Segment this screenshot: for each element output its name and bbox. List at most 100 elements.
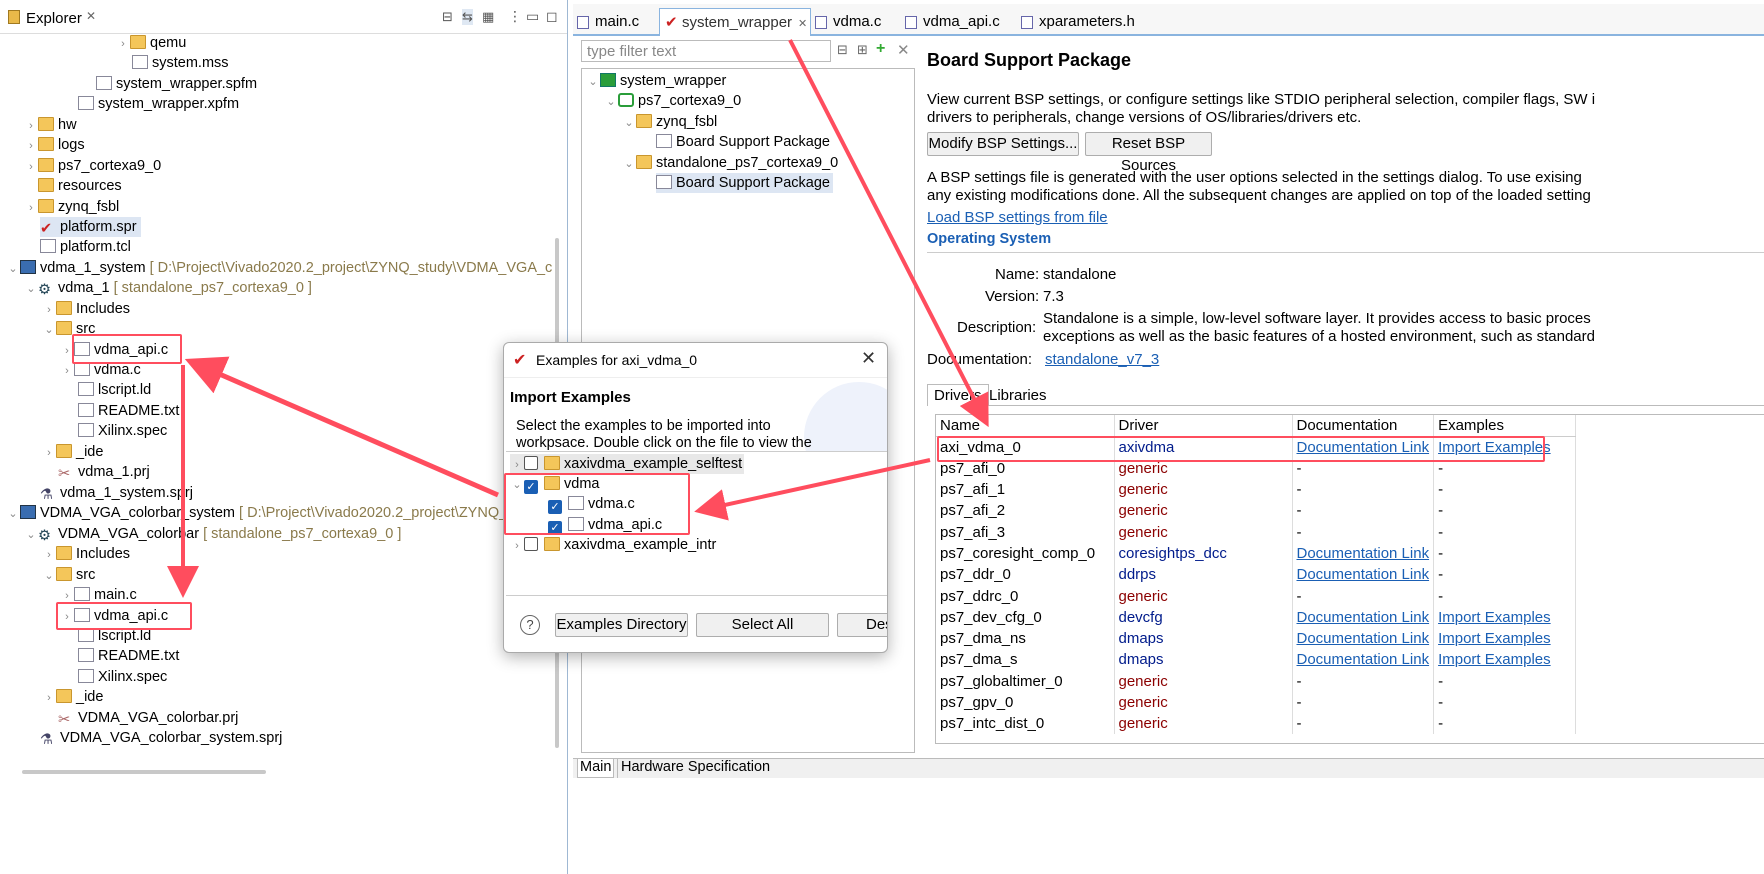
tree-item[interactable]: README.txt	[78, 646, 179, 666]
tree-item[interactable]: ⌄ zynq_fsbl	[622, 112, 717, 132]
tree-item-app-project[interactable]: ⌄ ⚙ VDMA_VGA_colorbar [ standalone_ps7_cor…	[24, 524, 401, 544]
tab-main[interactable]: Main	[577, 759, 615, 778]
driver-cell: dmaps	[1114, 649, 1293, 671]
tree-item[interactable]: ✂ VDMA_VGA_colorbar.prj	[58, 708, 238, 728]
checkbox[interactable]	[524, 537, 538, 551]
table-row[interactable]: ps7_ddrc_0 generic - -	[936, 585, 1577, 607]
table-row[interactable]: ps7_intc_dist_0 generic - -	[936, 713, 1577, 735]
tree-item[interactable]: resources	[38, 176, 122, 196]
documentation-cell[interactable]: Documentation Link	[1292, 606, 1435, 628]
table-row[interactable]: ps7_dma_ns dmaps Documentation Link Import …	[936, 627, 1577, 650]
tab-libraries[interactable]: Libraries	[989, 386, 1047, 405]
table-row[interactable]: ps7_gpv_0 generic - -	[936, 691, 1577, 714]
tree-item[interactable]: system_wrapper.xpfm	[78, 94, 239, 114]
tree-item[interactable]: Board Support Package	[656, 132, 830, 152]
file-icon	[656, 175, 672, 189]
filter-icon[interactable]: ▦	[482, 9, 494, 25]
table-row[interactable]: ps7_dev_cfg_0 devcfg Documentation Link Imp…	[936, 606, 1577, 628]
tree-item[interactable]: ⚗ vdma_1_system.sprj	[40, 483, 193, 503]
tab-system-wrapper[interactable]: ✔ system_wrapper ✕	[659, 8, 811, 36]
column-header[interactable]: Driver	[1114, 415, 1293, 437]
table-row[interactable]: ps7_ddr_0 ddrps Documentation Link -	[936, 564, 1577, 586]
documentation-cell[interactable]: Documentation Link	[1292, 649, 1435, 671]
tree-item[interactable]: › ps7_cortexa9_0	[24, 156, 161, 176]
collapse-all-icon[interactable]: ⊟	[442, 9, 453, 25]
tree-item[interactable]: lscript.ld	[78, 380, 151, 400]
load-bsp-link[interactable]: Load BSP settings from file	[927, 209, 1108, 226]
tree-item[interactable]: ⚗ VDMA_VGA_colorbar_system.sprj	[40, 728, 282, 748]
table-row[interactable]: ps7_coresight_comp_0 coresightps_dcc Docum…	[936, 542, 1577, 565]
tree-item-app-project[interactable]: ⌄ ⚙ vdma_1 [ standalone_ps7_cortexa9_0 ]	[24, 278, 312, 298]
add-icon[interactable]: +	[876, 40, 885, 58]
column-header[interactable]: Examples	[1433, 415, 1577, 437]
help-icon[interactable]: ?	[520, 615, 540, 635]
minimize-icon[interactable]: ▭	[526, 8, 539, 25]
delete-icon[interactable]: ✕	[897, 41, 910, 59]
tree-item[interactable]: system.mss	[132, 53, 229, 73]
tree-item[interactable]: › _ide	[42, 442, 103, 462]
collapse-icon[interactable]: ⊟	[837, 42, 848, 58]
column-header[interactable]: Name	[936, 415, 1115, 437]
documentation-cell[interactable]: Documentation Link	[1292, 542, 1435, 565]
table-row[interactable]: ps7_afi_2 generic - -	[936, 500, 1577, 522]
tree-item[interactable]: › qemu	[116, 33, 186, 53]
expand-icon[interactable]: ⊞	[857, 42, 868, 58]
documentation-link[interactable]: standalone_v7_3	[1045, 351, 1159, 368]
tree-item[interactable]: platform.tcl	[40, 237, 131, 257]
tree-item[interactable]: Xilinx.spec	[78, 667, 167, 687]
horizontal-scrollbar[interactable]	[22, 770, 266, 774]
explorer-title[interactable]: Explorer	[26, 10, 82, 27]
tree-item[interactable]: › hw	[24, 115, 77, 135]
close-icon[interactable]: ✕	[861, 348, 876, 369]
examples-directory-button[interactable]: Examples Directory	[555, 613, 688, 637]
tree-item-selected[interactable]: Board Support Package	[656, 173, 833, 193]
view-menu-icon[interactable]: ⋮	[508, 8, 522, 25]
examples-cell[interactable]: Import Examples	[1433, 627, 1577, 650]
reset-bsp-button[interactable]: Reset BSP Sources	[1085, 132, 1212, 174]
tree-item[interactable]: ⌄ standalone_ps7_cortexa9_0	[622, 153, 838, 173]
example-item[interactable]: › xaxivdma_example_intr	[510, 535, 716, 555]
tree-item-selected[interactable]: ✔ platform.spr	[40, 217, 141, 237]
modify-bsp-button[interactable]: Modify BSP Settings...	[927, 132, 1079, 156]
checkbox[interactable]	[524, 456, 538, 470]
tree-item[interactable]: system_wrapper.spfm	[96, 74, 257, 94]
examples-cell: -	[1433, 585, 1577, 607]
documentation-cell[interactable]: Documentation Link	[1292, 564, 1435, 586]
gear-icon: ⚙	[38, 282, 51, 298]
tree-item[interactable]: ⌄ system_wrapper	[586, 71, 726, 91]
tree-item[interactable]: ⌄ src	[42, 565, 95, 585]
close-icon[interactable]: ✕	[798, 18, 807, 30]
table-row[interactable]: ps7_dma_s dmaps Documentation Link Import E…	[936, 649, 1577, 671]
tree-item[interactable]: › Includes	[42, 299, 130, 319]
tab-hardware-specification[interactable]: Hardware Specification	[617, 759, 773, 778]
tree-item[interactable]: ✂ vdma_1.prj	[58, 462, 150, 482]
filter-input[interactable]: type filter text	[581, 40, 831, 62]
example-item[interactable]: › xaxivdma_example_selftest	[510, 454, 745, 474]
close-icon[interactable]: ✕	[86, 9, 96, 23]
tree-item[interactable]: Xilinx.spec	[78, 421, 167, 441]
tree-item[interactable]: › Includes	[42, 544, 130, 564]
maximize-icon[interactable]: ◻	[546, 8, 558, 25]
tab-drivers[interactable]: Drivers	[927, 384, 989, 406]
tree-item[interactable]: README.txt	[78, 401, 179, 421]
examples-cell[interactable]: Import Examples	[1433, 649, 1577, 671]
tab-xparameters-h[interactable]: xparameters.h	[1017, 8, 1157, 36]
tab-main-c[interactable]: main.c	[573, 8, 659, 36]
deselect-button[interactable]: Des	[837, 613, 887, 637]
tree-item-system-project[interactable]: ⌄ vdma_1_system [ D:\Project\Vivado2020.2…	[6, 258, 552, 278]
tree-item[interactable]: › _ide	[42, 687, 103, 707]
column-header[interactable]: Documentation	[1292, 415, 1435, 437]
tree-item-system-project[interactable]: ⌄ VDMA_VGA_colorbar_system [ D:\Project\V…	[6, 503, 507, 523]
link-editor-icon[interactable]: ⇆	[462, 9, 473, 25]
tree-item[interactable]: › zynq_fsbl	[24, 197, 119, 217]
select-all-button[interactable]: Select All	[696, 613, 829, 637]
tree-item[interactable]: ⌄ ps7_cortexa9_0	[604, 91, 741, 111]
tab-vdma-api-c[interactable]: vdma_api.c	[901, 8, 1017, 36]
examples-cell[interactable]: Import Examples	[1433, 606, 1577, 628]
documentation-cell[interactable]: Documentation Link	[1292, 627, 1435, 650]
table-row[interactable]: ps7_afi_3 generic - -	[936, 521, 1577, 543]
tree-item[interactable]: › logs	[24, 135, 85, 155]
table-row[interactable]: ps7_afi_1 generic - -	[936, 478, 1577, 501]
table-row[interactable]: ps7_globaltimer_0 generic - -	[936, 670, 1577, 692]
tab-vdma-c[interactable]: vdma.c	[811, 8, 901, 36]
